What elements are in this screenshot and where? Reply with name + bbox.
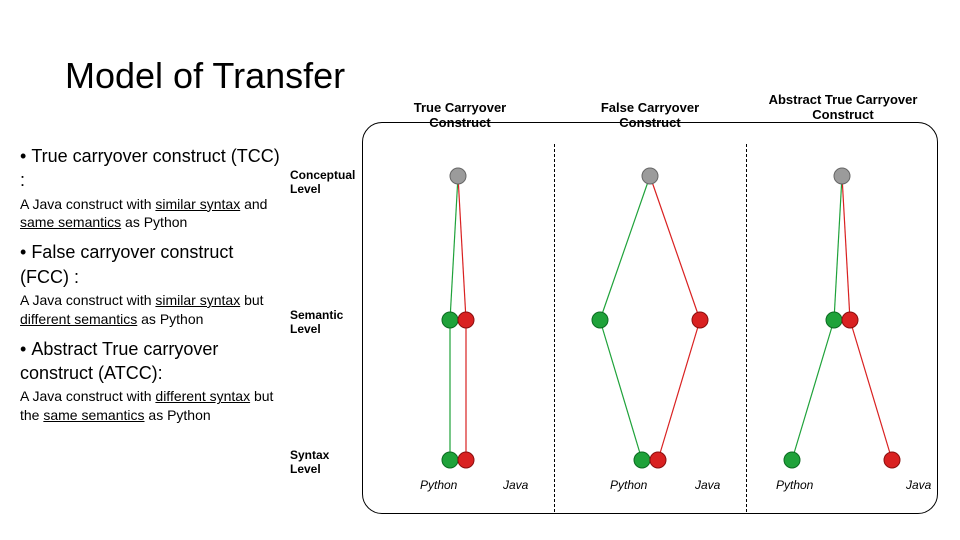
lang-java: Java: [695, 478, 720, 492]
row-syntax: Syntax Level: [290, 448, 362, 476]
desc-fcc-u1: similar syntax: [155, 292, 240, 308]
node-green-icon: [592, 312, 608, 328]
node-green-icon: [634, 452, 650, 468]
node-red-icon: [692, 312, 708, 328]
bullet-atcc: • Abstract True carryover construct (ATC…: [20, 337, 280, 386]
bullet-tcc: • True carryover construct (TCC) :: [20, 144, 280, 193]
lang-python: Python: [610, 478, 647, 492]
col-header-tcc: True Carryover Construct: [385, 100, 535, 130]
node-red-icon: [884, 452, 900, 468]
bullet-fcc-label: False carryover construct (FCC) :: [20, 242, 233, 286]
col-header-atcc: Abstract True Carryover Construct: [758, 92, 928, 122]
lang-java: Java: [906, 478, 931, 492]
svg-tcc: [362, 138, 554, 498]
row-semantic: Semantic Level: [290, 308, 362, 336]
node-green-icon: [442, 312, 458, 328]
desc-tcc-post: as Python: [121, 214, 187, 230]
node-green-icon: [826, 312, 842, 328]
svg-atcc: [746, 138, 938, 498]
col-header-fcc: False Carryover Construct: [570, 100, 730, 130]
desc-tcc-pre: A Java construct with: [20, 196, 155, 212]
node-red-icon: [458, 312, 474, 328]
bullet-atcc-label: Abstract True carryover construct (ATCC)…: [20, 339, 218, 383]
desc-fcc-u2: different semantics: [20, 311, 137, 327]
node-red-icon: [842, 312, 858, 328]
diagram: True Carryover Construct False Carryover…: [290, 98, 938, 518]
desc-tcc: A Java construct with similar syntax and…: [20, 195, 280, 233]
desc-atcc-pre: A Java construct with: [20, 388, 155, 404]
desc-tcc-u1: similar syntax: [155, 196, 240, 212]
desc-atcc-post: as Python: [145, 407, 211, 423]
lang-python: Python: [420, 478, 457, 492]
bullet-tcc-label: True carryover construct (TCC) :: [20, 146, 280, 190]
bullet-fcc: • False carryover construct (FCC) :: [20, 240, 280, 289]
node-green-icon: [784, 452, 800, 468]
node-gray-icon: [834, 168, 850, 184]
definitions: • True carryover construct (TCC) : A Jav…: [20, 140, 280, 433]
desc-atcc-u1: different syntax: [155, 388, 250, 404]
svg-fcc: [554, 138, 746, 498]
lang-python: Python: [776, 478, 813, 492]
slide: Model of Transfer • True carryover const…: [0, 0, 960, 540]
desc-atcc: A Java construct with different syntax b…: [20, 387, 280, 425]
desc-tcc-mid: and: [240, 196, 267, 212]
desc-fcc-mid: but: [240, 292, 263, 308]
row-conceptual: Conceptual Level: [290, 168, 362, 196]
node-gray-icon: [450, 168, 466, 184]
slide-title: Model of Transfer: [65, 55, 345, 97]
node-green-icon: [442, 452, 458, 468]
desc-tcc-u2: same semantics: [20, 214, 121, 230]
node-red-icon: [458, 452, 474, 468]
node-red-icon: [650, 452, 666, 468]
desc-fcc-post: as Python: [137, 311, 203, 327]
desc-atcc-u2: same semantics: [43, 407, 144, 423]
desc-fcc: A Java construct with similar syntax but…: [20, 291, 280, 329]
desc-fcc-pre: A Java construct with: [20, 292, 155, 308]
lang-java: Java: [503, 478, 528, 492]
node-gray-icon: [642, 168, 658, 184]
